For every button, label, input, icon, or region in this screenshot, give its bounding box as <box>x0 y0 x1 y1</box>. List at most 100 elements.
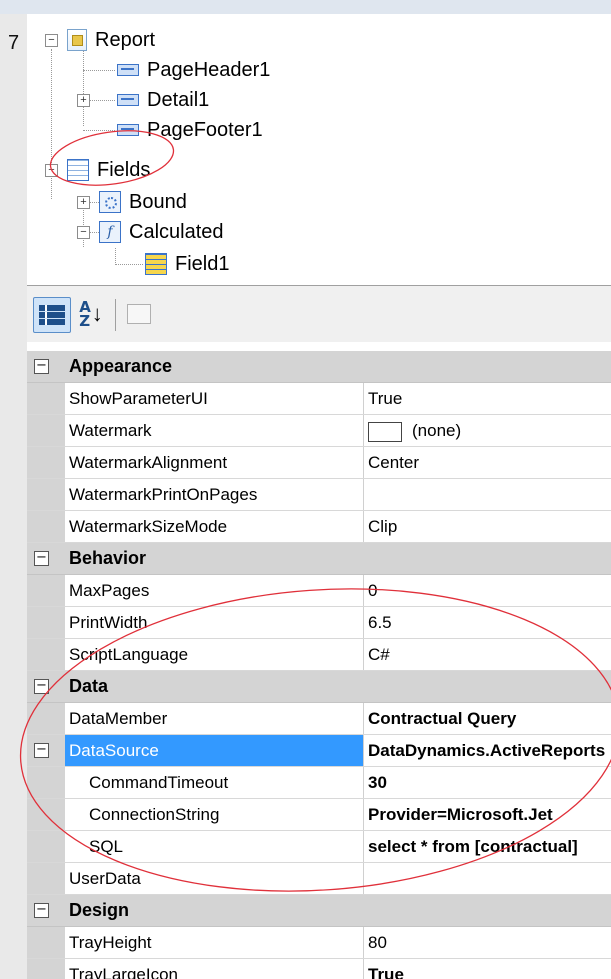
fields-icon <box>67 159 89 181</box>
sort-alpha-icon: AZ <box>79 298 91 330</box>
property-row[interactable]: WatermarkPrintOnPages <box>27 479 611 511</box>
property-value[interactable]: True <box>363 383 611 414</box>
property-name: WatermarkAlignment <box>69 453 228 472</box>
field-icon <box>145 253 167 275</box>
categorized-icon <box>39 304 65 326</box>
property-value[interactable]: DataDynamics.ActiveReports <box>363 735 611 766</box>
property-name: Watermark <box>69 421 152 440</box>
tree-node-label: PageFooter1 <box>147 118 263 141</box>
collapse-calculated-icon[interactable]: − <box>77 226 90 239</box>
property-value[interactable]: Center <box>363 447 611 478</box>
category-design[interactable]: − Design <box>27 895 611 927</box>
property-name: DataMember <box>69 709 168 728</box>
property-value[interactable]: Provider=Microsoft.Jet <box>363 799 611 830</box>
category-behavior[interactable]: − Behavior <box>27 543 611 575</box>
property-name: CommandTimeout <box>89 773 229 792</box>
category-appearance[interactable]: − Appearance <box>27 351 611 383</box>
property-value[interactable]: Clip <box>363 511 611 542</box>
category-title: Appearance <box>69 356 173 376</box>
property-row[interactable]: ShowParameterUI True <box>27 383 611 415</box>
categorized-button[interactable] <box>33 297 71 333</box>
property-value-watermark[interactable]: (none) <box>363 415 611 446</box>
property-name: ConnectionString <box>89 805 220 824</box>
calculated-fields-icon: f <box>99 221 121 243</box>
collapse-icon[interactable]: − <box>34 359 49 374</box>
tree-node-page-header[interactable]: PageHeader1 <box>117 55 270 85</box>
tree-node-label: Detail1 <box>147 88 210 111</box>
image-swatch <box>368 421 402 442</box>
toolbar-separator <box>115 299 116 331</box>
property-row[interactable]: TrayLargeIcon True <box>27 959 611 979</box>
property-row[interactable]: CommandTimeout 30 <box>27 767 611 799</box>
expand-detail-icon[interactable]: + <box>77 94 90 107</box>
property-name: ScriptLanguage <box>69 645 189 664</box>
property-value[interactable]: 30 <box>363 767 611 798</box>
top-strip <box>0 0 611 14</box>
property-pages-icon <box>127 304 151 324</box>
tree-node-page-footer[interactable]: PageFooter1 <box>117 115 263 145</box>
property-value[interactable]: 0 <box>363 575 611 606</box>
tree-node-report[interactable]: Report <box>67 25 155 55</box>
category-title: Data <box>69 676 109 696</box>
section-icon <box>117 94 139 106</box>
property-row[interactable]: MaxPages 0 <box>27 575 611 607</box>
property-row[interactable]: ConnectionString Provider=Microsoft.Jet <box>27 799 611 831</box>
property-name: ShowParameterUI <box>69 389 208 408</box>
property-name: WatermarkSizeMode <box>69 517 228 536</box>
section-icon <box>117 64 139 76</box>
tree-node-label: Report <box>95 28 156 51</box>
section-icon <box>117 124 139 136</box>
property-row[interactable]: Watermark (none) <box>27 415 611 447</box>
tree-node-label: Calculated <box>129 220 224 243</box>
property-pages-button[interactable] <box>125 297 153 331</box>
expand-bound-icon[interactable]: + <box>77 196 90 209</box>
property-value[interactable]: Contractual Query <box>363 703 611 734</box>
collapse-icon[interactable]: − <box>34 743 49 758</box>
property-name: MaxPages <box>69 581 150 600</box>
tree-node-label: Fields <box>97 158 151 181</box>
ruler-number: 7 <box>8 32 20 54</box>
property-value[interactable]: C# <box>363 639 611 670</box>
property-row-selected[interactable]: − DataSource DataDynamics.ActiveReports <box>27 735 611 767</box>
category-title: Behavior <box>69 548 147 568</box>
property-name: TrayLargeIcon <box>69 965 178 979</box>
property-row[interactable]: DataMember Contractual Query <box>27 703 611 735</box>
property-value[interactable]: 6.5 <box>363 607 611 638</box>
property-row[interactable]: ScriptLanguage C# <box>27 639 611 671</box>
category-title: Design <box>69 900 130 920</box>
tree-node-label: PageHeader1 <box>147 58 271 81</box>
collapse-report-icon[interactable]: − <box>45 34 58 47</box>
collapse-icon[interactable]: − <box>34 679 49 694</box>
property-value[interactable]: 80 <box>363 927 611 958</box>
property-row[interactable]: SQL select * from [contractual] <box>27 831 611 863</box>
tree-node-field1[interactable]: Field1 <box>145 249 229 279</box>
tree-node-bound[interactable]: Bound <box>99 187 187 217</box>
property-grid-toolbar: AZ ↓ <box>27 286 611 342</box>
tree-node-label: Field1 <box>175 252 230 275</box>
property-value[interactable] <box>363 863 611 894</box>
property-row[interactable]: PrintWidth 6.5 <box>27 607 611 639</box>
report-explorer-tree[interactable]: − Report PageHeader1 + Detail1 PageFoote… <box>27 14 611 286</box>
property-value[interactable]: select * from [contractual] <box>363 831 611 862</box>
property-grid[interactable]: − Appearance ShowParameterUI True Waterm… <box>27 342 611 979</box>
tree-node-fields[interactable]: Fields <box>67 155 150 185</box>
collapse-fields-icon[interactable]: − <box>45 164 58 177</box>
property-name: UserData <box>69 869 141 888</box>
property-row[interactable]: WatermarkSizeMode Clip <box>27 511 611 543</box>
tree-node-calculated[interactable]: f Calculated <box>99 217 224 247</box>
property-row[interactable]: TrayHeight 80 <box>27 927 611 959</box>
left-ruler: 7 <box>0 14 28 979</box>
property-value[interactable] <box>363 479 611 510</box>
property-row[interactable]: UserData <box>27 863 611 895</box>
collapse-icon[interactable]: − <box>34 903 49 918</box>
property-name: PrintWidth <box>69 613 148 632</box>
tree-node-detail[interactable]: Detail1 <box>117 85 209 115</box>
property-name: DataSource <box>65 735 363 766</box>
alphabetical-button[interactable]: AZ ↓ <box>75 297 107 331</box>
property-value[interactable]: True <box>363 959 611 979</box>
property-row[interactable]: WatermarkAlignment Center <box>27 447 611 479</box>
property-name: TrayHeight <box>69 933 152 952</box>
report-designer-window: 7 − Report PageHeader1 + Detail1 PageFoo… <box>0 0 611 979</box>
category-data[interactable]: − Data <box>27 671 611 703</box>
collapse-icon[interactable]: − <box>34 551 49 566</box>
